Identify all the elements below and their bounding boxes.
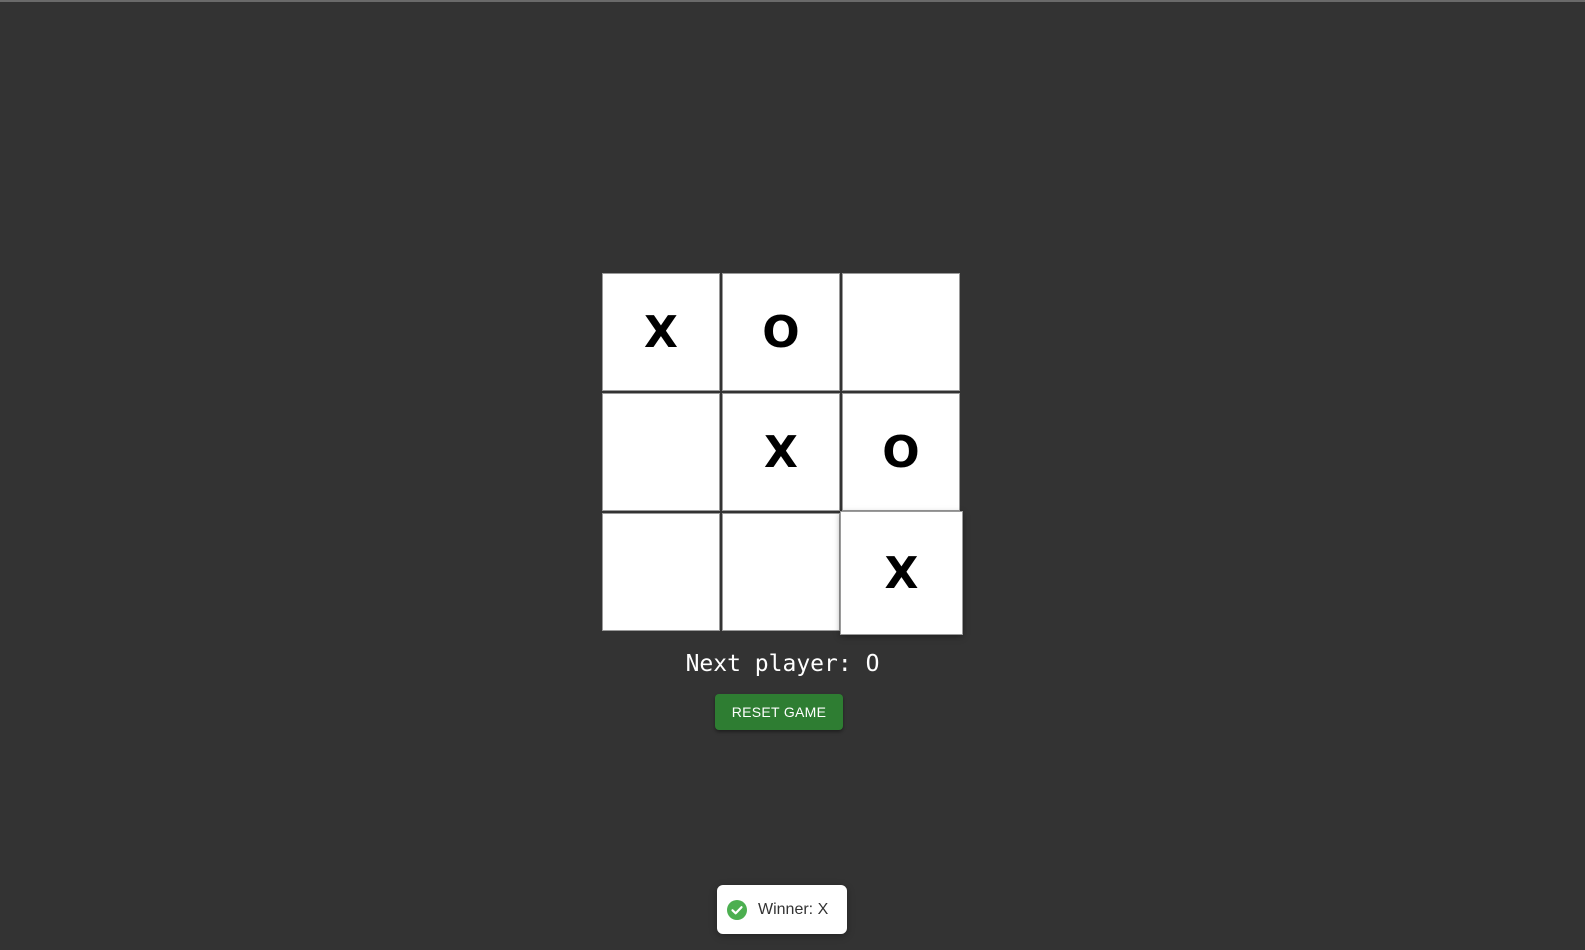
check-circle-icon: [727, 899, 747, 920]
board-cell-8[interactable]: X: [840, 511, 963, 635]
game-board: X O X O X: [602, 273, 963, 635]
board-cell-2[interactable]: [842, 273, 960, 391]
window-top-border: [0, 0, 1585, 2]
board-cell-1[interactable]: O: [722, 273, 840, 391]
toast-message: Winner: X: [758, 900, 829, 918]
board-cell-5[interactable]: O: [842, 393, 960, 511]
reset-game-button[interactable]: RESET GAME: [715, 694, 843, 730]
board-cell-3[interactable]: [602, 393, 720, 511]
board-cell-0[interactable]: X: [602, 273, 720, 391]
board-cell-4[interactable]: X: [722, 393, 840, 511]
board-cell-7[interactable]: [722, 513, 840, 631]
winner-toast: Winner: X: [717, 885, 847, 934]
board-cell-6[interactable]: [602, 513, 720, 631]
next-player-status: Next player: O: [685, 651, 880, 677]
